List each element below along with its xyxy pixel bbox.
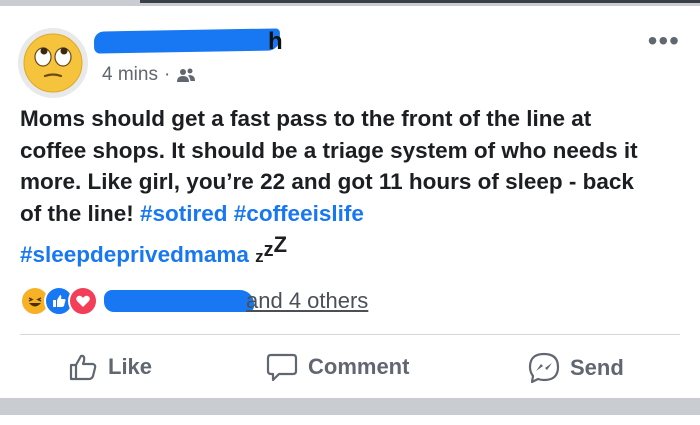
post-text: Moms should get a fast pass to the front… [20, 103, 660, 273]
send-button[interactable]: Send [528, 352, 624, 384]
meta-separator: · [163, 64, 171, 85]
comment-button[interactable]: Comment [266, 352, 409, 382]
like-button[interactable]: Like [68, 352, 152, 382]
comment-label: Comment [308, 354, 410, 379]
reactions-summary-link[interactable]: and 4 others [246, 288, 368, 314]
messenger-icon [528, 352, 560, 384]
bottom-divider-strip [0, 398, 700, 425]
send-label: Send [570, 355, 624, 380]
thumbs-up-icon [69, 354, 97, 381]
rolling-eyes-emoji-icon [23, 33, 83, 93]
comment-icon [266, 353, 298, 382]
hashtag-sotired[interactable]: #sotired [140, 201, 228, 226]
top-divider-strip [0, 0, 700, 6]
timestamp[interactable]: 4 mins [102, 64, 158, 86]
avatar[interactable] [18, 28, 88, 98]
friends-icon[interactable] [176, 67, 196, 83]
hashtag-coffeeislife[interactable]: #coffeeislife [234, 201, 364, 226]
divider [20, 334, 680, 335]
author-name-tail[interactable]: h [268, 28, 283, 56]
love-reaction-icon [68, 286, 98, 316]
more-options-icon[interactable]: ••• [648, 27, 680, 55]
like-label: Like [108, 354, 153, 379]
post-meta: 4 mins · [102, 64, 196, 86]
reactors-name-redaction [104, 290, 254, 312]
zzz-emoji-icon: zzZ [255, 232, 288, 266]
author-name-redaction [93, 28, 281, 54]
hashtag-sleepdeprivedmama[interactable]: #sleepdeprivedmama [20, 242, 249, 267]
reaction-icons[interactable] [20, 286, 98, 316]
